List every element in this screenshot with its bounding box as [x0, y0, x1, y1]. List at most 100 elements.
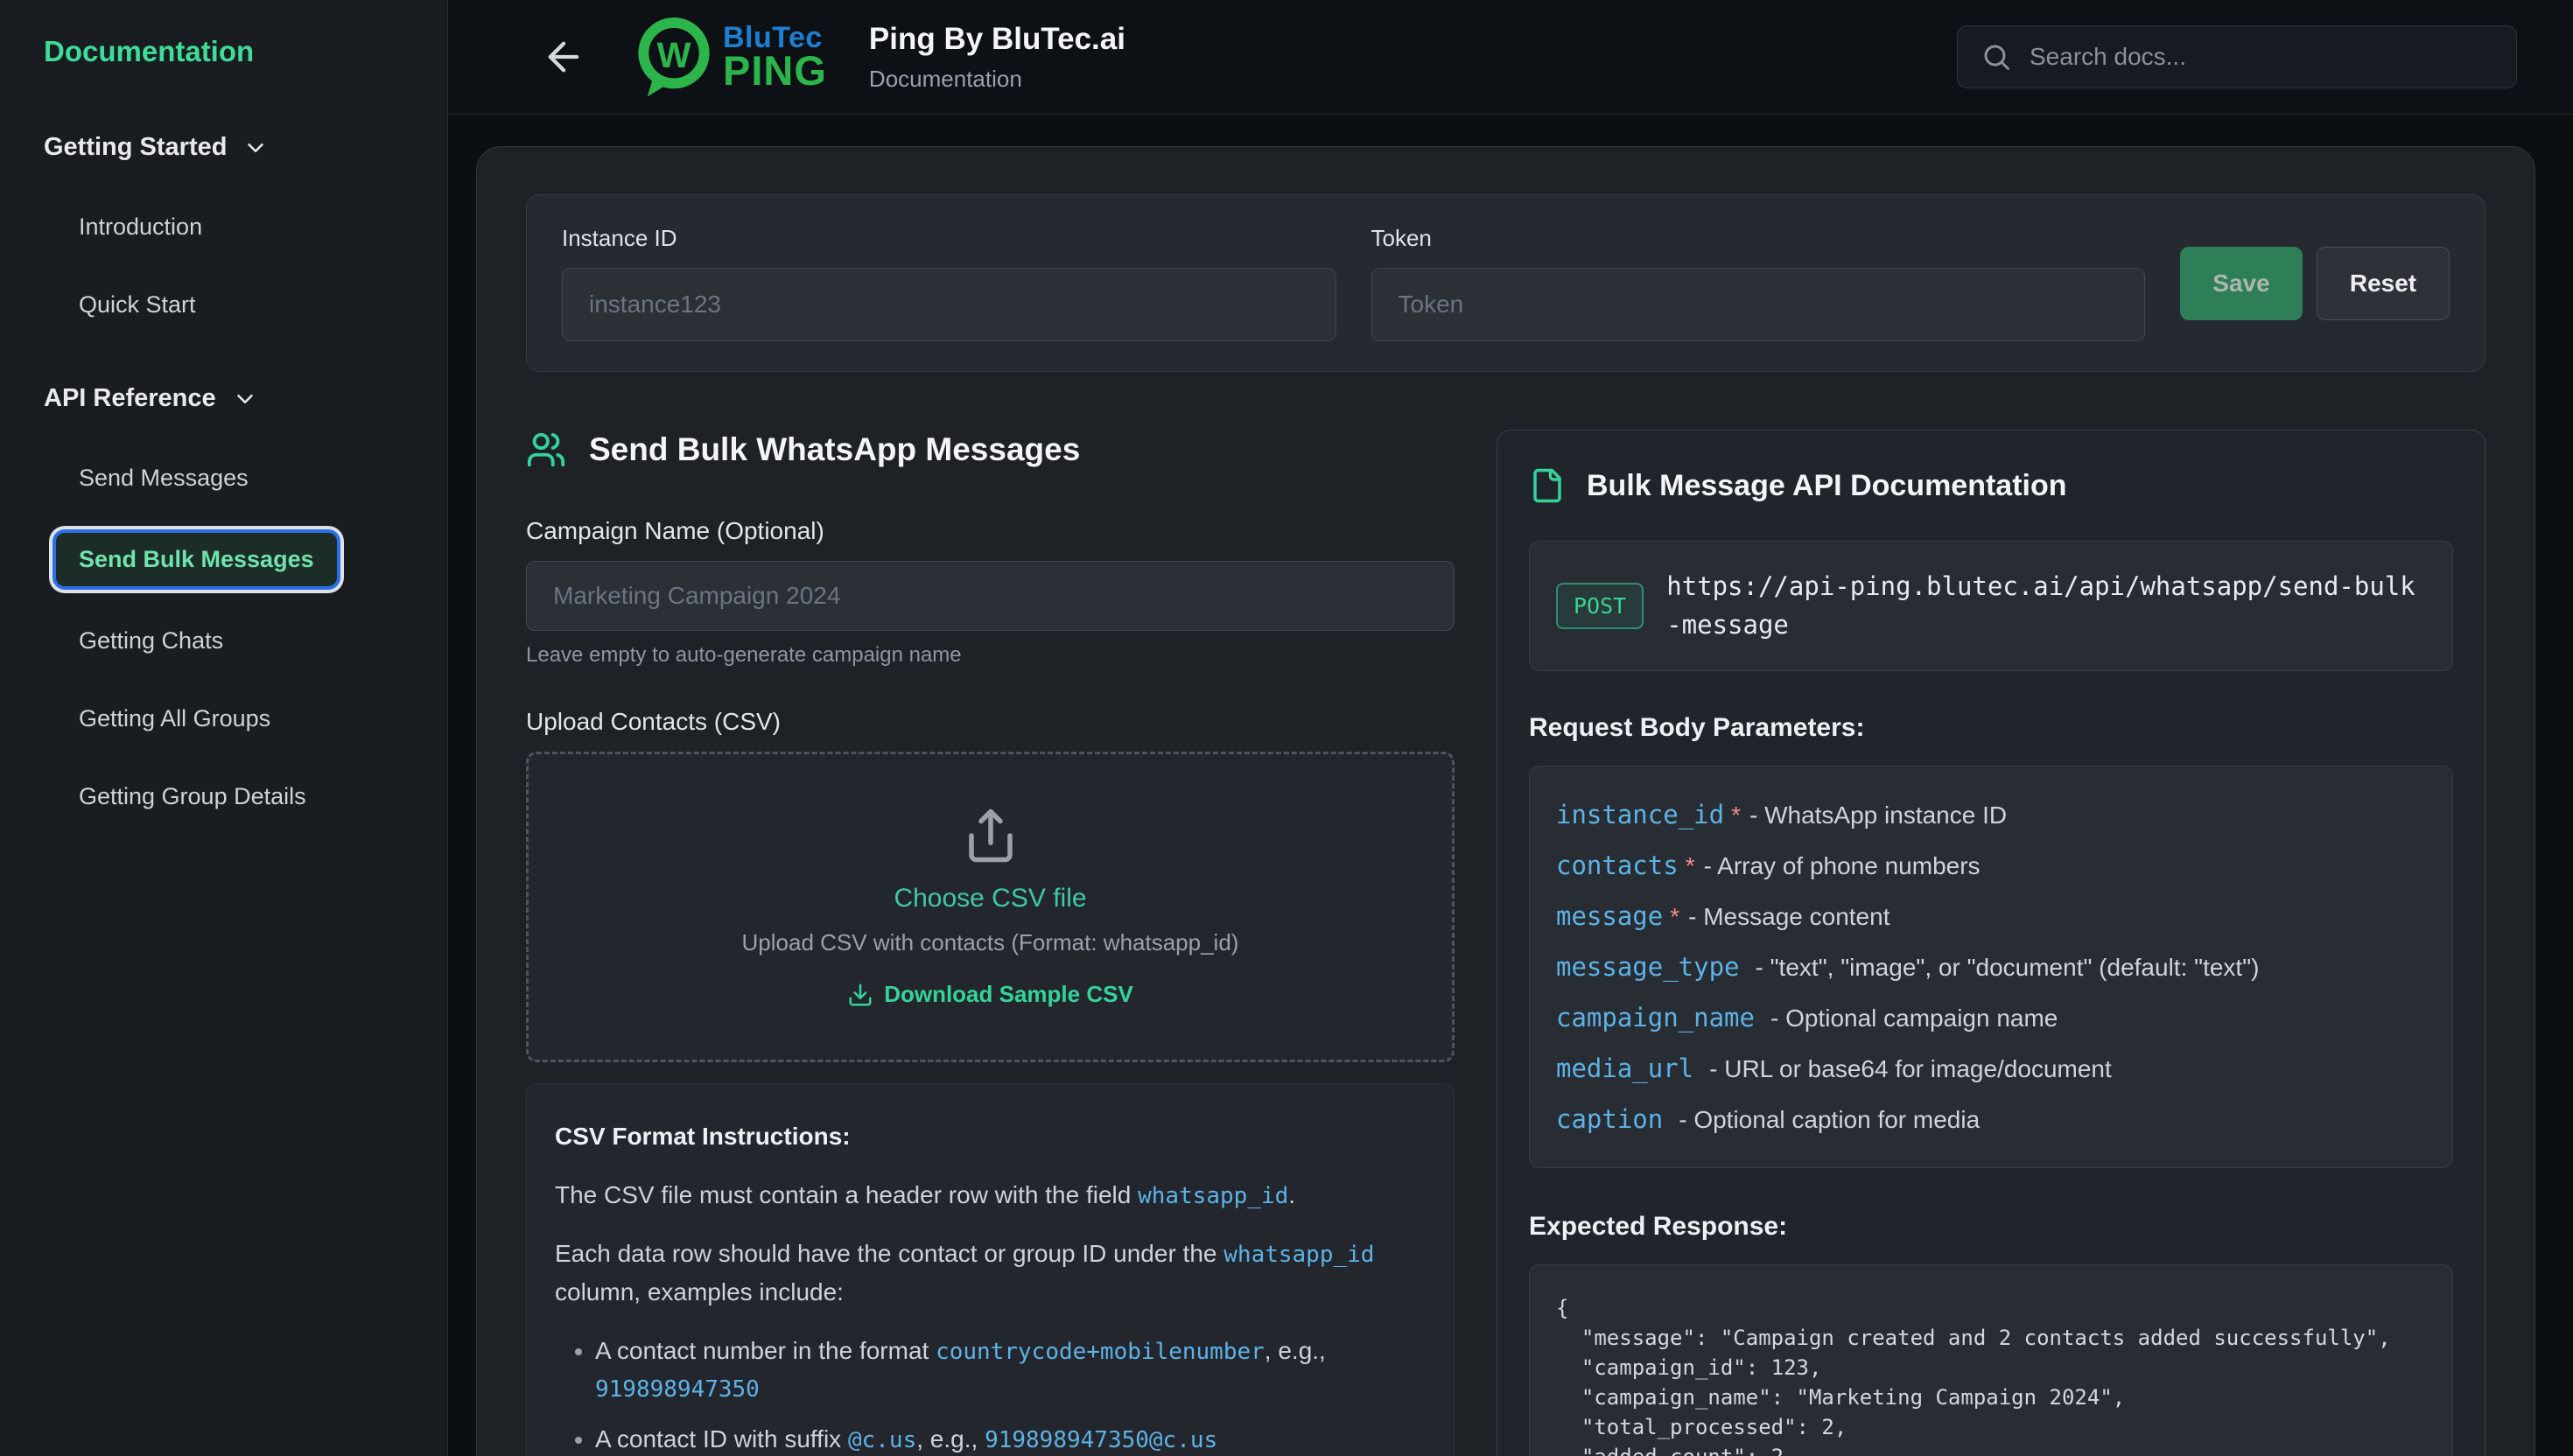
inline-code: countrycode+mobilenumber: [936, 1339, 1265, 1365]
upload-icon: [962, 807, 1020, 864]
param-name: contacts: [1556, 850, 1679, 880]
token-field-group: Token: [1371, 225, 2146, 341]
inline-code: 919898947350: [595, 1376, 760, 1403]
sidebar-section-api-reference: API Reference Send Messages Send Bulk Me…: [44, 384, 421, 823]
param-row: campaign_name - Optional campaign name: [1556, 1003, 2426, 1032]
sidebar-item-send-messages[interactable]: Send Messages: [56, 452, 271, 505]
param-desc: - Optional campaign name: [1770, 1004, 2058, 1032]
logo-text: BluTec PING: [723, 24, 827, 91]
sidebar-item-getting-group-details[interactable]: Getting Group Details: [56, 770, 329, 823]
sidebar-item-send-bulk-messages[interactable]: Send Bulk Messages: [53, 529, 340, 590]
logo-ping-text: PING: [723, 52, 827, 91]
csv-example-item: A contact ID with suffix @c.us, e.g., 91…: [595, 1420, 1426, 1456]
token-input[interactable]: [1371, 268, 2146, 341]
sidebar-items-getting-started: Introduction Quick Start: [44, 200, 421, 332]
reset-button[interactable]: Reset: [2317, 247, 2450, 320]
csv-instruction-p1: The CSV file must contain a header row w…: [555, 1176, 1426, 1214]
title-block: Ping By BluTec.ai Documentation: [869, 22, 1125, 93]
campaign-name-hint: Leave empty to auto-generate campaign na…: [526, 643, 1455, 668]
param-row: caption - Optional caption for media: [1556, 1104, 2426, 1134]
upload-hint: Upload CSV with contacts (Format: whatsa…: [546, 929, 1434, 956]
required-marker: *: [1670, 903, 1679, 930]
params-box: instance_id*- WhatsApp instance ID conta…: [1529, 766, 2453, 1168]
instance-id-input[interactable]: [562, 268, 1336, 341]
param-row: media_url - URL or base64 for image/docum…: [1556, 1054, 2426, 1083]
endpoint-url: https://api-ping.blutec.ai/api/whatsapp/…: [1666, 568, 2426, 644]
param-name: campaign_name: [1556, 1003, 1755, 1032]
param-desc: - URL or base64 for image/document: [1709, 1055, 2112, 1082]
sidebar-section-header-api-reference[interactable]: API Reference: [44, 384, 421, 413]
param-desc: - Optional caption for media: [1679, 1106, 1980, 1133]
csv-dropzone[interactable]: Choose CSV file Upload CSV with contacts…: [526, 752, 1455, 1062]
endpoint-box: POST https://api-ping.blutec.ai/api/what…: [1529, 541, 2453, 671]
page-subtitle: Documentation: [869, 66, 1125, 93]
json-line: "message": "Campaign created and 2 conta…: [1556, 1323, 2426, 1353]
param-desc: - Message content: [1688, 903, 1889, 930]
bulk-section-title: Send Bulk WhatsApp Messages: [589, 431, 1080, 468]
sidebar-item-getting-chats[interactable]: Getting Chats: [56, 614, 246, 668]
bulk-form-column: Send Bulk WhatsApp Messages Campaign Nam…: [526, 430, 1455, 1456]
api-panel-title: Bulk Message API Documentation: [1587, 469, 2067, 503]
sidebar-section-header-getting-started[interactable]: Getting Started: [44, 133, 421, 162]
choose-csv-link[interactable]: Choose CSV file: [546, 884, 1434, 914]
chevron-down-icon: [232, 386, 258, 412]
save-button[interactable]: Save: [2180, 247, 2303, 320]
sidebar: Documentation Getting Started Introducti…: [0, 0, 448, 1456]
param-name: caption: [1556, 1104, 1663, 1134]
inline-code: 919898947350@c.us: [985, 1427, 1217, 1453]
campaign-name-input[interactable]: [526, 561, 1455, 631]
json-line: "total_processed": 2,: [1556, 1412, 2426, 1442]
search-input[interactable]: [2030, 43, 2493, 71]
param-row: message_type - "text", "image", or "docum…: [1556, 952, 2426, 982]
sidebar-item-quick-start[interactable]: Quick Start: [56, 278, 219, 332]
param-desc: - WhatsApp instance ID: [1749, 802, 2007, 829]
chevron-down-icon: [242, 135, 269, 161]
credentials-panel: Instance ID Token Save Reset: [526, 194, 2485, 372]
inline-code: whatsapp_id: [1223, 1242, 1374, 1268]
search-box[interactable]: [1957, 25, 2517, 88]
param-row: instance_id*- WhatsApp instance ID: [1556, 800, 2426, 830]
api-panel-header: Bulk Message API Documentation: [1529, 467, 2453, 504]
api-docs-panel: Bulk Message API Documentation POST http…: [1497, 430, 2485, 1456]
param-name: message_type: [1556, 952, 1740, 982]
response-heading: Expected Response:: [1529, 1212, 2453, 1242]
token-label: Token: [1371, 225, 2146, 252]
param-row: contacts * - Array of phone numbers: [1556, 850, 2426, 880]
download-icon: [847, 982, 873, 1008]
section-label: Getting Started: [44, 133, 227, 162]
csv-instruction-p2: Each data row should have the contact or…: [555, 1235, 1426, 1311]
json-line: {: [1556, 1293, 2426, 1323]
whatsapp-bubble-icon: W: [628, 11, 719, 102]
param-desc: - Array of phone numbers: [1704, 852, 1981, 879]
bulk-section-header: Send Bulk WhatsApp Messages: [526, 430, 1455, 470]
upload-contacts-label: Upload Contacts (CSV): [526, 708, 1455, 736]
download-sample-link[interactable]: Download Sample CSV: [847, 981, 1133, 1008]
param-desc: - "text", "image", or "document" (defaul…: [1756, 954, 2260, 981]
sidebar-item-getting-all-groups[interactable]: Getting All Groups: [56, 692, 293, 746]
campaign-name-label: Campaign Name (Optional): [526, 517, 1455, 545]
instance-id-field-group: Instance ID: [562, 225, 1336, 341]
sidebar-item-introduction[interactable]: Introduction: [56, 200, 225, 254]
csv-example-item: A contact number in the format countryco…: [595, 1332, 1426, 1408]
svg-text:W: W: [657, 35, 691, 75]
main-area: W BluTec PING Ping By BluTec.ai Document…: [448, 0, 2573, 1456]
response-box: { "message": "Campaign created and 2 con…: [1529, 1264, 2453, 1456]
json-line: "campaign_name": "Marketing Campaign 202…: [1556, 1382, 2426, 1412]
back-button[interactable]: [536, 29, 592, 85]
topbar: W BluTec PING Ping By BluTec.ai Document…: [448, 0, 2573, 115]
param-name: instance_id: [1556, 800, 1724, 830]
http-method-badge: POST: [1556, 583, 1644, 629]
param-row: message*- Message content: [1556, 901, 2426, 931]
inline-code: whatsapp_id: [1138, 1183, 1288, 1209]
inline-code: @c.us: [848, 1427, 916, 1453]
users-icon: [526, 430, 566, 470]
search-icon: [1981, 41, 2012, 73]
content-area: Instance ID Token Save Reset: [448, 115, 2573, 1456]
arrow-left-icon: [541, 34, 586, 80]
required-marker: *: [1686, 852, 1695, 879]
param-name: media_url: [1556, 1054, 1693, 1083]
params-heading: Request Body Parameters:: [1529, 713, 2453, 743]
csv-instructions-title: CSV Format Instructions:: [555, 1117, 1426, 1155]
download-sample-label: Download Sample CSV: [884, 981, 1133, 1008]
blutec-ping-logo: W BluTec PING: [628, 11, 827, 102]
